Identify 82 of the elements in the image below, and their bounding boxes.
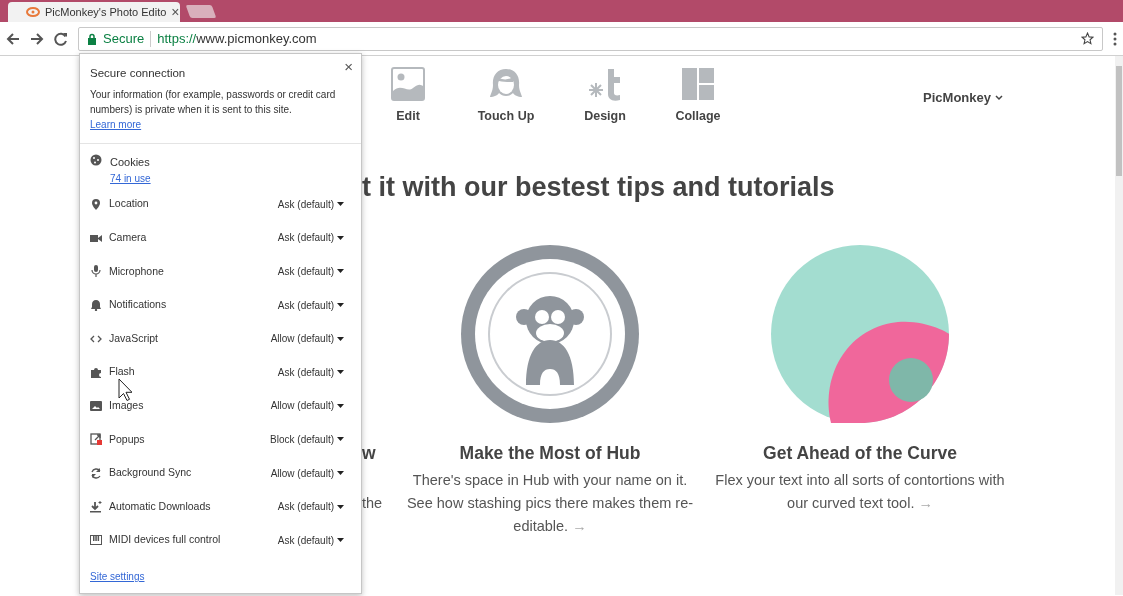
- puzzle-piece-icon: [90, 366, 102, 379]
- permission-dropdown[interactable]: Allow (default): [270, 398, 344, 414]
- cookie-icon: [90, 154, 102, 166]
- address-bar[interactable]: Secure https://www.picmonkey.com: [78, 26, 1103, 51]
- download-icon: [90, 500, 102, 513]
- permission-dropdown[interactable]: Ask (default): [277, 264, 344, 279]
- star-icon[interactable]: [1081, 32, 1094, 45]
- mouse-cursor-icon: [118, 378, 132, 402]
- cookies-in-use-link[interactable]: 74 in use: [110, 170, 151, 186]
- caret-icon: [337, 202, 344, 207]
- card-text: Flex your text into all sorts of contortions with our curved text tool. →: [714, 470, 1006, 513]
- caret-icon: [337, 538, 344, 543]
- picture-icon: [90, 399, 102, 412]
- permission-label: MIDI devices full control: [109, 532, 221, 548]
- site-settings-link[interactable]: Site settings: [90, 571, 145, 583]
- permission-label: Camera: [109, 230, 147, 245]
- permission-label: JavaScript: [109, 330, 159, 346]
- forward-icon[interactable]: [30, 31, 44, 46]
- caret-icon: [337, 437, 344, 442]
- card-title[interactable]: Make the Most of Hub: [459, 440, 641, 467]
- caret-icon: [337, 235, 344, 240]
- permission-label: Notifications: [109, 297, 167, 313]
- permission-label: Automatic Downloads: [109, 498, 211, 514]
- url-text: https://www.picmonkey.com: [157, 29, 317, 48]
- security-label[interactable]: Secure: [103, 28, 145, 49]
- sync-arrows-icon: [90, 467, 102, 480]
- nav-link[interactable]: Design: [584, 107, 626, 126]
- blocked-popup-icon: [90, 433, 102, 446]
- caret-icon: [337, 269, 344, 274]
- new-tab-button[interactable]: [185, 5, 217, 18]
- permission-dropdown[interactable]: Allow (default): [270, 331, 344, 347]
- permission-dropdown[interactable]: Ask (default): [277, 499, 344, 515]
- caret-icon: [337, 336, 344, 341]
- lock-icon[interactable]: [87, 32, 97, 45]
- account-menu[interactable]: PicMonkey: [923, 88, 1003, 108]
- popup-description: Your information (for example, passwords or credit card numbers) is private when it is sent to this site.: [90, 88, 337, 118]
- nav-link[interactable]: Touch Up: [477, 107, 535, 126]
- permission-label: Images: [109, 398, 144, 413]
- bell-icon: [90, 299, 102, 312]
- permission-dropdown[interactable]: Ask (default): [277, 230, 344, 246]
- back-icon[interactable]: [6, 31, 20, 46]
- permission-label: Flash: [109, 364, 135, 380]
- card-text: the: [362, 493, 384, 513]
- close-tab-icon[interactable]: ×: [171, 5, 180, 19]
- permission-dropdown[interactable]: Ask (default): [277, 532, 344, 548]
- cookies-label: Cookies: [110, 155, 151, 170]
- piano-keys-icon: [90, 534, 102, 547]
- chevron-down-icon: [995, 94, 1003, 101]
- permission-label: Microphone: [109, 263, 164, 279]
- nav-link[interactable]: Collage: [675, 107, 721, 126]
- snowflake-letter-icon[interactable]: [588, 67, 622, 101]
- caret-icon: [337, 504, 344, 509]
- permission-dropdown[interactable]: Ask (default): [277, 297, 344, 313]
- card-title: w: [362, 442, 377, 466]
- browser-tab[interactable]: PicMonkey's Photo Edito ×: [8, 2, 180, 22]
- card-title[interactable]: Get Ahead of the Curve: [763, 440, 957, 467]
- caret-icon: [337, 403, 344, 408]
- hub-logo-image[interactable]: [461, 245, 639, 424]
- caret-icon: [337, 370, 344, 375]
- permission-dropdown[interactable]: Ask (default): [277, 196, 344, 212]
- location-pin-icon: [90, 198, 102, 211]
- caret-icon: [337, 303, 344, 308]
- card-text: There's space in Hub with your name on it. See how stashing pics there makes them re-editable. →: [405, 470, 695, 536]
- permission-label: Background Sync: [109, 465, 192, 481]
- permission-dropdown[interactable]: Allow (default): [270, 465, 344, 481]
- permission-dropdown[interactable]: Ask (default): [277, 364, 344, 380]
- caret-icon: [337, 471, 344, 476]
- learn-more-link[interactable]: Learn more: [90, 119, 142, 131]
- image-icon[interactable]: [391, 67, 425, 101]
- menu-icon[interactable]: [1113, 31, 1117, 46]
- permission-dropdown[interactable]: Block (default): [270, 431, 344, 447]
- collage-icon[interactable]: [681, 67, 715, 101]
- permission-label: Popups: [109, 431, 145, 447]
- section-heading: t it with our bestest tips and tutorials: [362, 171, 836, 204]
- donut-photo[interactable]: [771, 245, 949, 424]
- nav-link[interactable]: Edit: [396, 107, 420, 126]
- close-button[interactable]: ×: [344, 56, 353, 79]
- reload-icon[interactable]: [54, 31, 68, 46]
- permission-label: Location: [109, 196, 149, 212]
- popup-title: Secure connection: [90, 66, 186, 81]
- microphone-icon: [90, 265, 102, 278]
- tab-title: PicMonkey's Photo Edito: [45, 4, 167, 20]
